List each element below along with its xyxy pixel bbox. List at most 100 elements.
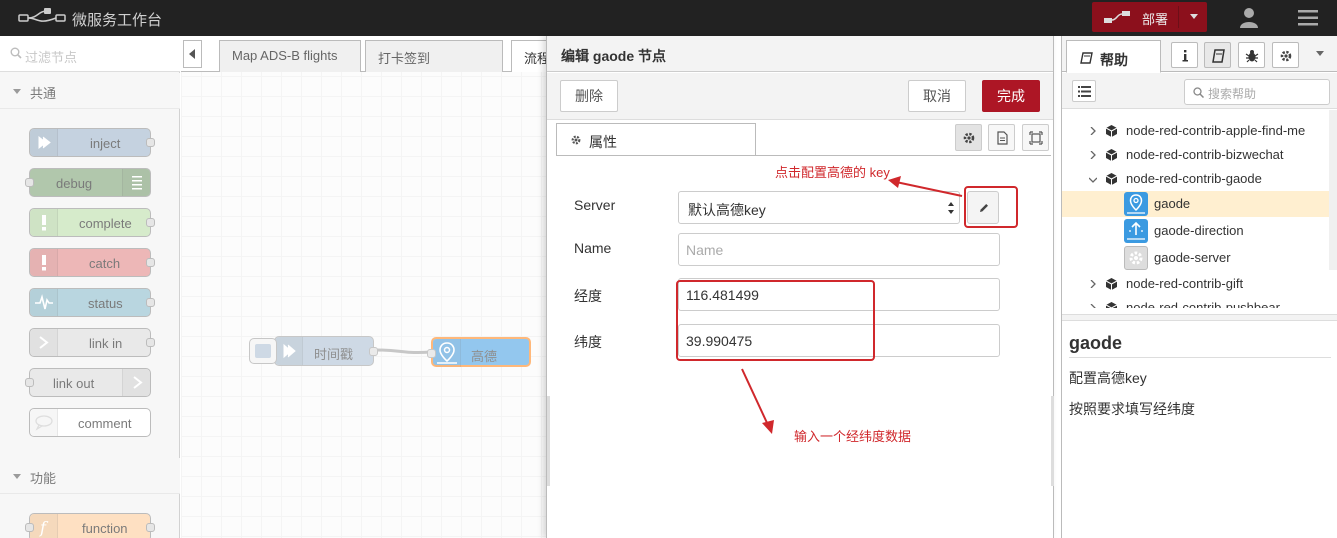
toggle-node-list-button[interactable] [1072,80,1096,102]
annotation-highlight-coordinates [676,280,875,361]
caret-down-icon[interactable] [1190,14,1198,19]
tree-item-gift[interactable]: node-red-contrib-gift [1062,271,1337,297]
tree-item-label: node-red-contrib-apple-find-me [1126,123,1306,138]
palette-category-label: 共通 [30,86,57,101]
palette-node-status[interactable]: status [29,288,155,317]
list-icon [122,169,150,196]
done-button[interactable]: 完成 [982,80,1040,112]
svg-text:f: f [39,518,49,537]
output-port[interactable] [146,523,155,532]
app-title: 微服务工作台 [72,12,163,29]
gear-icon [571,135,581,145]
tree-item-label: node-red-contrib-gaode [1126,171,1262,186]
palette-node-inject[interactable]: inject [29,128,155,157]
name-input[interactable]: Name [678,233,1000,266]
palette-filter[interactable]: 过滤节点 [0,36,180,72]
annotation-key-hint: 点击配置高德的 key [775,165,890,180]
app-header: 微服务工作台 部署 [0,0,1337,36]
map-marker-icon [1124,192,1148,216]
help-title-rule [1069,357,1331,358]
help-search-input[interactable]: 搜索帮助 [1184,79,1330,105]
tree-item-gaode-package[interactable]: node-red-contrib-gaode [1062,166,1337,192]
tray-toolbar: 删除 取消 完成 [547,73,1053,120]
input-port[interactable] [25,378,34,387]
alert-icon [30,249,58,276]
flow-node-gaode[interactable]: 高德 [427,337,531,367]
tab-help-book-button[interactable] [1204,42,1231,68]
tray-resize-handle[interactable] [547,396,550,486]
trigger-square-icon [255,344,271,358]
palette-node-link-out[interactable]: link out [25,368,151,397]
tree-item-bizwechat[interactable]: node-red-contrib-bizwechat [1062,142,1337,168]
flow-node-label: 时间戳 [314,347,354,362]
tab-node-settings-button[interactable] [955,124,982,151]
tree-item-apple-find-me[interactable]: node-red-contrib-apple-find-me [1062,118,1337,144]
tab-help[interactable]: 帮助 [1066,40,1161,73]
output-port[interactable] [146,258,155,267]
caret-down-icon[interactable] [1316,51,1324,56]
output-port[interactable] [146,338,155,347]
palette-node-function[interactable]: f function [25,513,155,538]
annotation-highlight-edit-button [964,186,1018,228]
link-arrow-icon [122,369,150,396]
palette-node-complete[interactable]: complete [29,208,155,237]
name-input-placeholder: Name [686,242,724,258]
flow-node-label: 高德 [471,349,498,364]
palette-node-label: comment [78,416,132,431]
palette-category-function[interactable]: 功能 [0,458,180,494]
help-panel-divider[interactable] [1062,314,1337,321]
gear-icon [1280,50,1292,62]
output-port[interactable] [146,218,155,227]
output-port[interactable] [146,138,155,147]
search-icon [1193,87,1204,98]
flow-node-timestamp[interactable]: 时间戳 [274,336,378,366]
chevron-right-icon [1090,280,1096,288]
tab-help-label: 帮助 [1100,52,1128,68]
select-arrows-icon [948,202,954,214]
tree-item-gaode[interactable]: gaode [1062,191,1337,217]
output-port[interactable] [146,298,155,307]
tree-item-label: gaode-server [1154,250,1231,265]
palette-category-common[interactable]: 共通 [0,73,180,109]
arrow-in-icon [275,337,303,365]
palette-node-catch[interactable]: catch [29,248,155,277]
tab-appearance-button[interactable] [1022,124,1049,151]
tree-scrollbar[interactable] [1329,110,1337,270]
tree-item-pushbear[interactable]: node-red-contrib-pushbear [1062,295,1337,308]
palette-node-comment[interactable]: comment [29,408,151,437]
tab-config-button[interactable] [1272,42,1299,68]
input-port[interactable] [427,349,436,358]
sidebar-resize-handle[interactable] [1051,396,1054,486]
bug-icon [1245,50,1259,63]
tab-properties[interactable]: 属性 [556,123,756,156]
palette-node-link-in[interactable]: link in [29,328,155,357]
user-icon[interactable] [1238,7,1260,29]
output-port[interactable] [369,347,378,356]
tree-item-label: node-red-contrib-gift [1126,276,1244,291]
menu-icon[interactable] [1298,9,1318,27]
chevron-right-icon [1090,127,1096,135]
help-text-line: 按照要求填写经纬度 [1069,401,1195,417]
palette-node-label: status [88,296,123,311]
tray-header: 编辑 gaode 节点 [547,36,1053,72]
tab-info-button[interactable] [1171,42,1198,68]
tab-description-button[interactable] [988,124,1015,151]
inject-trigger-button[interactable] [249,338,277,364]
tree-item-gaode-server[interactable]: gaode-server [1062,245,1337,271]
node-red-logo-icon [18,8,66,22]
input-port[interactable] [25,178,34,187]
palette-node-debug[interactable]: debug [25,168,151,197]
deploy-button[interactable]: 部署 [1092,2,1207,32]
tree-item-gaode-direction[interactable]: gaode-direction [1062,218,1337,244]
tree-item-label: gaode [1154,196,1191,211]
book-icon [1080,52,1093,64]
flow-wire[interactable] [181,36,552,538]
cancel-button[interactable]: 取消 [908,80,966,112]
server-select[interactable]: 默认高德key [678,191,960,224]
tab-debug-button[interactable] [1238,42,1265,68]
file-icon [997,131,1008,145]
flow-workspace[interactable]: Map ADS-B flights 打卡签到 流程 时间戳 高德 [181,36,556,538]
tab-divider [556,155,1051,156]
delete-button[interactable]: 删除 [560,80,618,112]
input-port[interactable] [25,523,34,532]
